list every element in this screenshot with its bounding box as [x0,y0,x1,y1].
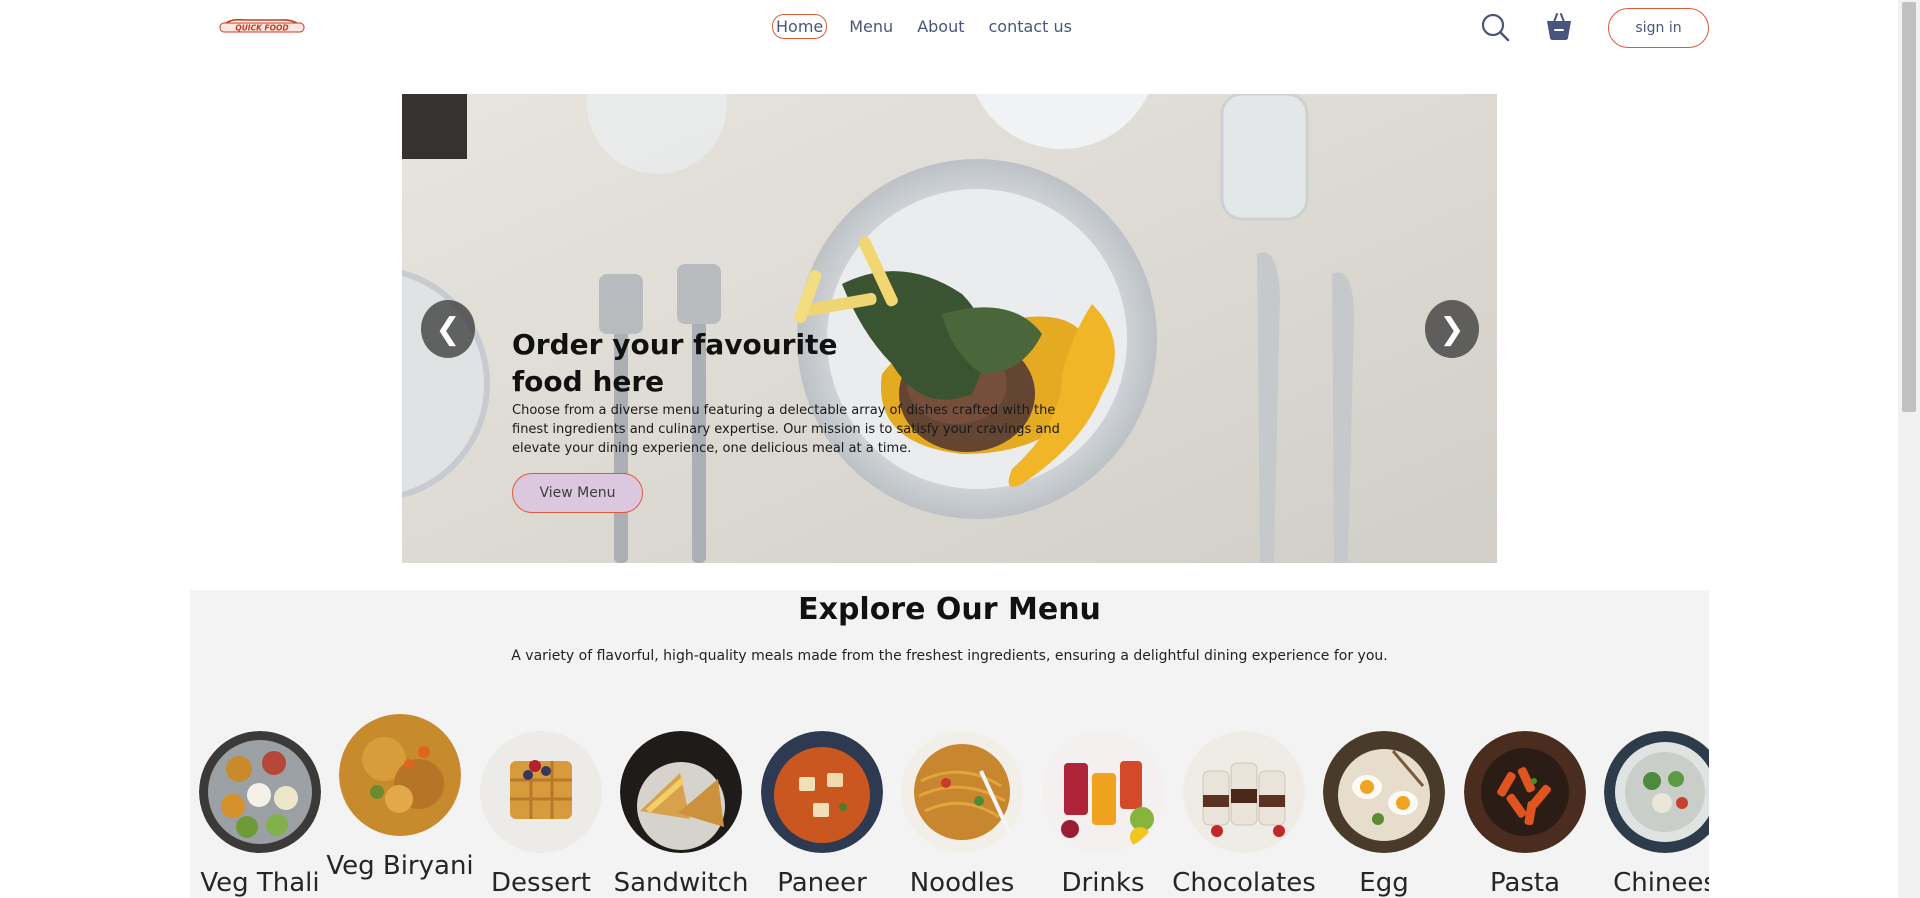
paneer-image [761,731,883,853]
menu-item-veg-biryani[interactable]: Veg Biryani [326,714,474,882]
menu-item-label: Veg Biryani [326,851,474,881]
veg-biryani-image [339,714,461,836]
drinks-image [1042,731,1164,853]
menu-item-veg-thali[interactable]: Veg Thali [199,731,321,898]
basket-icon[interactable] [1543,10,1575,42]
navbar: QUICK FOOD Home Menu About contact us si… [0,0,1898,54]
menu-item-label: Pasta [1489,868,1561,898]
menu-item-label: Egg [1359,868,1409,898]
hero-title: Order your favourite food here [512,328,838,398]
menu-item-label: Chocolates [1172,868,1316,898]
hero-content: Order your favourite food here Choose fr… [512,326,1072,513]
veg-thali-image [199,731,321,853]
page: QUICK FOOD Home Menu About contact us si… [0,0,1920,898]
menu-item-noodles[interactable]: Noodles [901,731,1023,898]
menu-item-label: Noodles [909,868,1015,898]
search-icon[interactable] [1479,11,1511,43]
menu-item-dessert[interactable]: Dessert [480,731,602,898]
chinees-image [1604,731,1709,853]
menu-item-label: Sandwitch [613,868,749,898]
hero-description: Choose from a diverse menu featuring a d… [512,403,1060,456]
menu-item-sandwitch[interactable]: Sandwitch [614,731,748,898]
menu-item-pasta[interactable]: Pasta [1464,731,1586,898]
explore-menu-section: Explore Our Menu A variety of flavorful,… [190,590,1709,898]
quick-food-logo[interactable]: QUICK FOOD [218,14,306,36]
page-scrollbar[interactable] [1898,0,1920,898]
carousel-prev-button[interactable]: ❮ [421,300,475,358]
menu-item-label: Chinees [1613,868,1709,898]
view-menu-button[interactable]: View Menu [512,473,643,513]
sandwitch-image [620,731,742,853]
menu-item-label: Veg Thali [200,868,320,898]
sign-in-button[interactable]: sign in [1608,8,1709,48]
hero-banner: ❮ ❯ Order your favourite food here Choos… [402,94,1497,563]
chevron-left-icon: ❮ [435,311,461,347]
menu-item-chinees[interactable]: Chinees [1604,731,1709,898]
scrollbar-thumb[interactable] [1902,2,1916,412]
menu-item-chocolates[interactable]: Chocolates [1172,731,1316,898]
nav-menu[interactable]: Menu [847,15,895,38]
chocolates-image [1183,731,1305,853]
logo-text: QUICK FOOD [235,24,288,33]
chevron-right-icon: ❯ [1439,311,1465,347]
nav-home[interactable]: Home [772,14,828,39]
noodles-image [901,731,1023,853]
nav-contact-us[interactable]: contact us [987,15,1074,38]
menu-item-label: Drinks [1061,868,1145,898]
menu-item-egg[interactable]: Egg [1323,731,1445,898]
menu-item-label: Dessert [491,868,591,898]
pasta-image [1464,731,1586,853]
menu-item-paneer[interactable]: Paneer [761,731,883,898]
nav-about[interactable]: About [915,15,966,38]
dessert-image [480,731,602,853]
menu-items: Veg Thali Veg Biryani Dessert Sandwitch … [199,590,1709,898]
menu-item-drinks[interactable]: Drinks [1042,731,1164,898]
menu-item-label: Paneer [777,868,867,898]
carousel-next-button[interactable]: ❯ [1425,300,1479,358]
nav-links: Home Menu About contact us [772,14,1074,39]
egg-image [1323,731,1445,853]
